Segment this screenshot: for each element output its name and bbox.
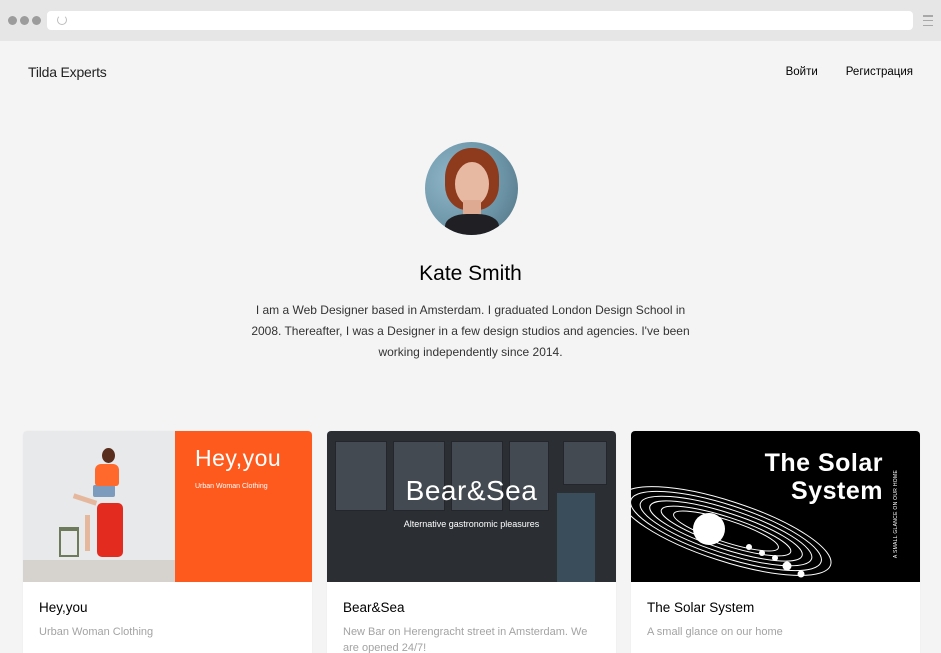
project-description: A small glance on our home	[647, 626, 783, 638]
register-link[interactable]: Регистрация	[846, 66, 913, 78]
thumb-headline: Bear&Sea	[405, 475, 538, 506]
project-thumbnail[interactable]: The Solar System A SMALL GLANCE ON OUR H…	[631, 431, 920, 582]
thumb-side-text: A SMALL GLANCE ON OUR HOME	[893, 469, 899, 559]
profile-bio: I am a Web Designer based in Amsterdam. …	[251, 303, 690, 359]
window-controls	[8, 16, 41, 25]
project-card[interactable]: Bear&Sea Alternative gastronomic pleasur…	[327, 431, 616, 653]
project-card[interactable]: The Solar System A SMALL GLANCE ON OUR H…	[631, 431, 920, 653]
thumb-headline: Hey,you	[195, 445, 282, 471]
reload-icon[interactable]	[57, 15, 67, 25]
top-nav: Войти Регистрация	[786, 66, 913, 78]
profile-name: Kate Smith	[419, 262, 522, 285]
window-dot[interactable]	[8, 16, 17, 25]
project-description: Urban Woman Clothing	[39, 626, 154, 638]
login-link[interactable]: Войти	[786, 66, 818, 78]
project-title[interactable]: Hey,you	[39, 600, 88, 615]
site-logo[interactable]: Tilda Experts	[28, 64, 107, 80]
window-dot[interactable]	[32, 16, 41, 25]
project-title[interactable]: The Solar System	[647, 600, 754, 615]
thumb-headline: The Solar System	[731, 449, 883, 505]
project-thumbnail[interactable]: Bear&Sea Alternative gastronomic pleasur…	[327, 431, 616, 582]
thumb-headline-line: System	[791, 477, 883, 505]
thumb-subline: Urban Woman Clothing	[195, 483, 268, 490]
address-bar[interactable]	[47, 11, 913, 30]
thumb-headline-line: The Solar	[764, 449, 883, 477]
project-title[interactable]: Bear&Sea	[343, 600, 405, 615]
window-dot[interactable]	[20, 16, 29, 25]
hamburger-menu-icon[interactable]	[923, 15, 933, 26]
project-card[interactable]: Hey,you Urban Woman Clothing Hey,you Urb…	[23, 431, 312, 653]
project-description: New Bar on Herengracht street in Amsterd…	[343, 626, 588, 653]
thumb-subline: Alternative gastronomic pleasures	[403, 519, 540, 529]
browser-chrome	[0, 0, 941, 41]
avatar	[425, 142, 518, 235]
project-thumbnail[interactable]: Hey,you Urban Woman Clothing	[23, 431, 312, 582]
